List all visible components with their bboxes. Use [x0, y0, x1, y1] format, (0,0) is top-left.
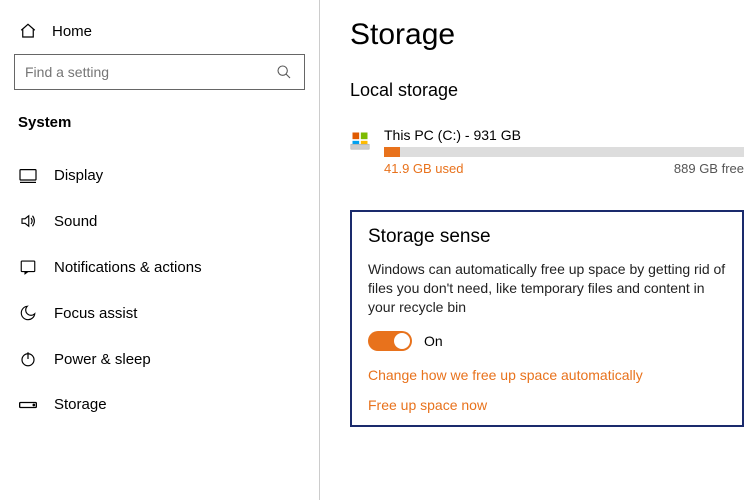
search-input[interactable]	[25, 64, 274, 80]
storage-sense-box: Storage sense Windows can automatically …	[350, 210, 744, 427]
sidebar-item-sound[interactable]: Sound	[10, 198, 309, 244]
search-icon	[274, 64, 294, 80]
drive-icon	[350, 129, 370, 151]
focus-assist-icon	[18, 304, 38, 322]
sidebar-item-power-sleep[interactable]: Power & sleep	[10, 336, 309, 382]
sidebar-item-notifications[interactable]: Notifications & actions	[10, 244, 309, 290]
used-label: 41.9 GB used	[384, 161, 464, 176]
storage-sense-toggle-row: On	[368, 331, 726, 351]
power-icon	[18, 350, 38, 368]
sidebar-item-label: Sound	[54, 213, 97, 230]
drive-name: This PC (C:) - 931 GB	[384, 127, 744, 143]
nav-list: Display Sound Notifications & actions	[10, 153, 309, 427]
usage-bar-fill	[384, 147, 400, 157]
sound-icon	[18, 212, 38, 230]
drive-info: This PC (C:) - 931 GB 41.9 GB used 889 G…	[384, 127, 744, 176]
sidebar-item-label: Notifications & actions	[54, 259, 202, 276]
link-change-auto-free[interactable]: Change how we free up space automaticall…	[368, 367, 726, 383]
link-free-up-now[interactable]: Free up space now	[368, 397, 726, 413]
home-label: Home	[52, 23, 92, 40]
local-storage-heading: Local storage	[350, 80, 744, 101]
sidebar-item-storage[interactable]: Storage	[10, 382, 309, 427]
main-panel: Storage Local storage This PC (C:) - 931…	[320, 0, 750, 500]
sidebar-item-label: Storage	[54, 396, 107, 413]
notifications-icon	[18, 258, 38, 276]
toggle-state-label: On	[424, 333, 443, 349]
sidebar-item-display[interactable]: Display	[10, 153, 309, 198]
sidebar-item-label: Display	[54, 167, 103, 184]
free-label: 889 GB free	[674, 161, 744, 176]
home-icon	[18, 22, 38, 40]
drive-row[interactable]: This PC (C:) - 931 GB 41.9 GB used 889 G…	[350, 127, 744, 176]
sidebar-item-label: Focus assist	[54, 305, 137, 322]
usage-labels: 41.9 GB used 889 GB free	[384, 161, 744, 176]
display-icon	[18, 168, 38, 184]
storage-sense-toggle[interactable]	[368, 331, 412, 351]
storage-sense-desc: Windows can automatically free up space …	[368, 260, 726, 317]
usage-bar	[384, 147, 744, 157]
toggle-knob	[394, 333, 410, 349]
sidebar: Home System Display Sound	[0, 0, 320, 500]
search-input-wrapper[interactable]	[14, 54, 305, 90]
section-title-system: System	[10, 108, 309, 143]
storage-icon	[18, 400, 38, 410]
sidebar-item-label: Power & sleep	[54, 351, 151, 368]
home-button[interactable]: Home	[10, 18, 309, 54]
sidebar-item-focus-assist[interactable]: Focus assist	[10, 290, 309, 336]
storage-sense-title: Storage sense	[368, 226, 726, 248]
page-title: Storage	[350, 18, 744, 52]
